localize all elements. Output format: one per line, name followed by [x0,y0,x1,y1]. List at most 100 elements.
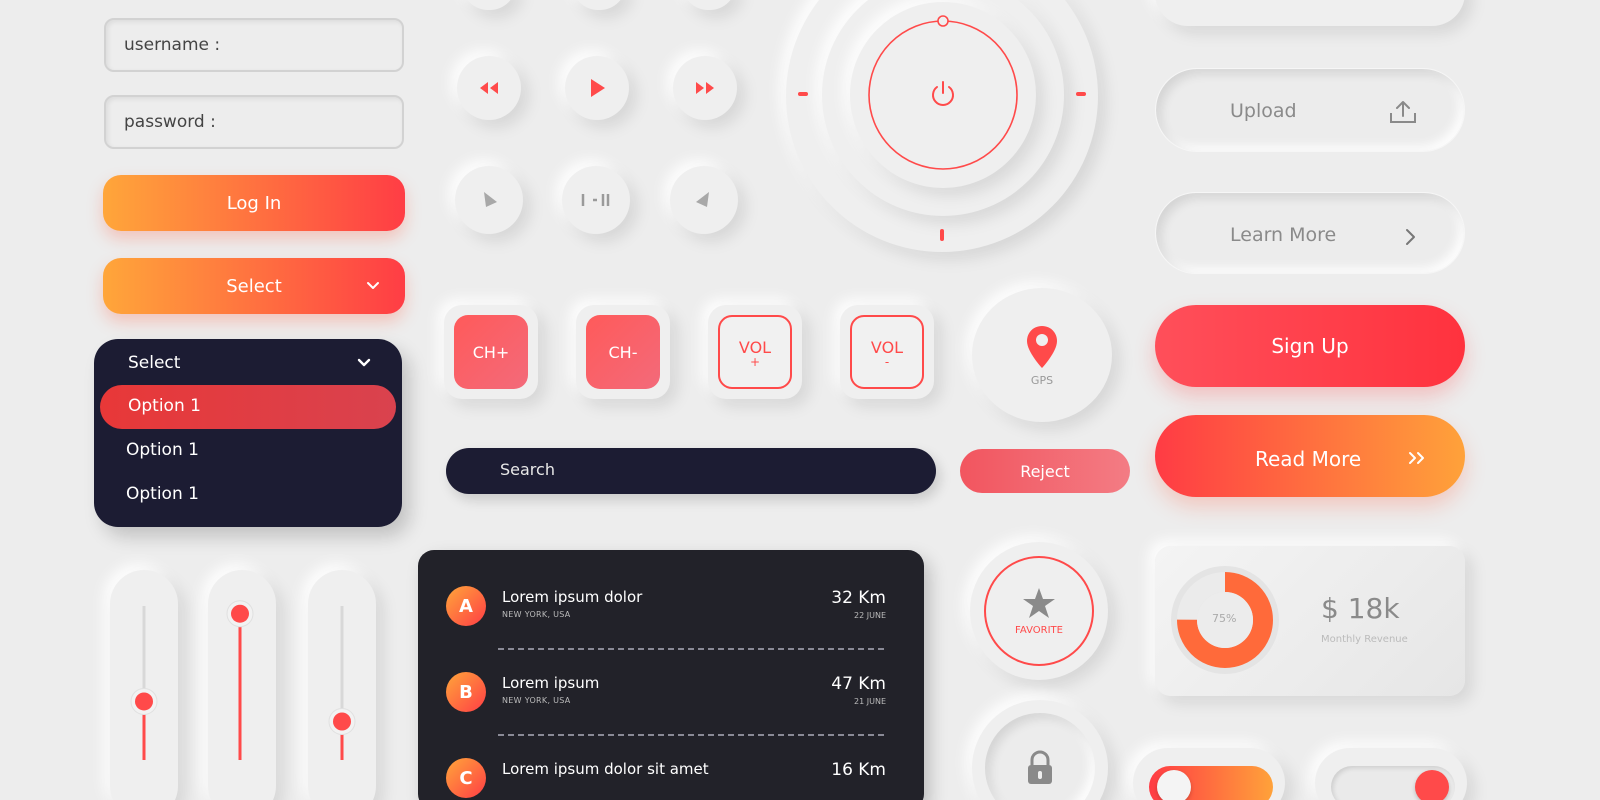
channel-up-button[interactable]: CH+ [444,305,538,399]
reject-label: Reject [1020,461,1070,481]
fast-forward-button[interactable] [673,56,737,120]
dropdown-option[interactable]: Option 1 [126,440,199,460]
vol-plus-label: + [749,354,761,369]
fast-forward-icon [696,82,714,94]
password-field[interactable]: password : [104,95,404,149]
revenue-card: 75% $ 18k Monthly Revenue [1155,546,1465,696]
read-more-button[interactable]: Read More [1155,415,1465,497]
play-button[interactable] [565,56,629,120]
reject-button[interactable]: Reject [960,449,1130,493]
star-icon [1023,587,1055,618]
learn-more-button[interactable]: Learn More [1155,192,1465,274]
vol-label: VOL [738,337,772,357]
play-icon [484,192,497,207]
option-label: Option 1 [128,396,201,416]
toggle-switch-2[interactable] [1315,748,1467,800]
rewind-icon [480,82,498,94]
slider-knob-dot [135,692,153,711]
play-left-button[interactable] [455,166,523,234]
list-item-distance: 47 Km [831,674,886,694]
upload-button[interactable]: Upload [1155,68,1465,152]
dropdown-header[interactable]: Select [128,353,180,373]
play-icon [591,79,605,97]
select-button[interactable]: Select [103,258,405,314]
learn-more-label: Learn More [1230,224,1337,246]
ui-kit-canvas: { "colors": {"accent_orange": "#ffa63a",… [0,0,1600,800]
dial-marker-right [1076,92,1086,96]
toggle-knob[interactable] [1415,770,1449,800]
divider [498,648,884,650]
vol-minus-label: - [884,354,890,369]
username-field[interactable]: username : [104,18,404,72]
dropdown-option[interactable]: Option 1 [126,484,199,504]
gps-button[interactable]: GPS [972,288,1112,422]
sign-up-button[interactable]: Sign Up [1155,305,1465,387]
list-item[interactable]: A Lorem ipsum dolor NEW YORK, USA 32 Km … [418,578,924,638]
read-more-label: Read More [1255,447,1362,471]
play-right-button[interactable] [670,166,738,234]
list-item-title: Lorem ipsum [502,674,600,692]
toggle-switch-1[interactable] [1133,748,1285,800]
search-placeholder: Search [500,460,555,479]
list-item-title: Lorem ipsum dolor [502,588,643,606]
slider-knob-dot [333,712,351,731]
ch-minus-label: CH- [608,342,638,362]
sign-up-label: Sign Up [1271,334,1349,358]
vol-label: VOL [870,337,904,357]
power-dial-inner[interactable] [850,2,1036,188]
favorite-label: FAVORITE [1015,624,1063,636]
double-chevron-right-icon [1409,452,1424,464]
list-item-title: Lorem ipsum dolor sit amet [502,760,709,778]
divider [498,734,884,736]
chevron-down-icon[interactable] [356,355,372,371]
channel-down-button[interactable]: CH- [576,305,670,399]
list-item-subtitle: NEW YORK, USA [502,696,571,705]
reverse-play-icon [696,192,709,207]
pause-icon [581,194,610,206]
lock-icon [1028,750,1052,784]
location-pin-icon [1027,325,1057,368]
username-placeholder: username : [124,35,221,55]
list-item-date: 22 JUNE [854,611,886,620]
media-button-top-3[interactable] [682,0,736,10]
list-item-distance: 16 Km [831,760,886,780]
upload-label: Upload [1230,100,1297,122]
volume-down-button[interactable]: VOL - [840,305,934,399]
dial-marker-left [798,92,808,96]
media-button-top-2[interactable] [572,0,626,10]
avatar: A [446,586,486,626]
chevron-right-icon [1406,229,1415,245]
favorite-button[interactable]: FAVORITE [970,542,1108,680]
power-icon [932,81,954,106]
slider-knob-dot [231,604,249,623]
dropdown-menu: Select Option 1 Option 1 Option 1 [94,339,402,527]
avatar: B [446,672,486,712]
rewind-button[interactable] [457,56,521,120]
dial-marker-bottom [940,229,944,241]
pause-button[interactable] [562,166,630,234]
media-button-top-1[interactable] [462,0,516,10]
ch-plus-label: CH+ [472,342,510,362]
search-bar[interactable]: Search [446,448,936,494]
select-label: Select [226,275,282,297]
upload-icon [1390,101,1416,123]
gps-label: GPS [1030,373,1054,387]
list-item[interactable]: C Lorem ipsum dolor sit amet 16 Km [418,750,924,800]
login-button[interactable]: Log In [103,175,405,231]
list-item-date: 21 JUNE [854,697,886,706]
list-item-distance: 32 Km [831,588,886,608]
revenue-amount: $ 18k [1321,592,1400,625]
volume-up-button[interactable]: VOL + [708,305,802,399]
slider-fills [130,600,356,760]
revenue-caption: Monthly Revenue [1321,634,1408,645]
chevron-down-icon [367,282,379,289]
password-placeholder: password : [124,112,216,132]
list-item-subtitle: NEW YORK, USA [502,610,571,619]
lock-button[interactable] [972,700,1108,800]
dropdown-option-selected[interactable]: Option 1 [100,385,396,429]
login-label: Log In [226,192,282,214]
top-pill-button[interactable] [1155,0,1465,26]
toggle-knob[interactable] [1157,770,1191,800]
revenue-percent: 75% [1212,612,1237,625]
list-item[interactable]: B Lorem ipsum NEW YORK, USA 47 Km 21 JUN… [418,664,924,724]
